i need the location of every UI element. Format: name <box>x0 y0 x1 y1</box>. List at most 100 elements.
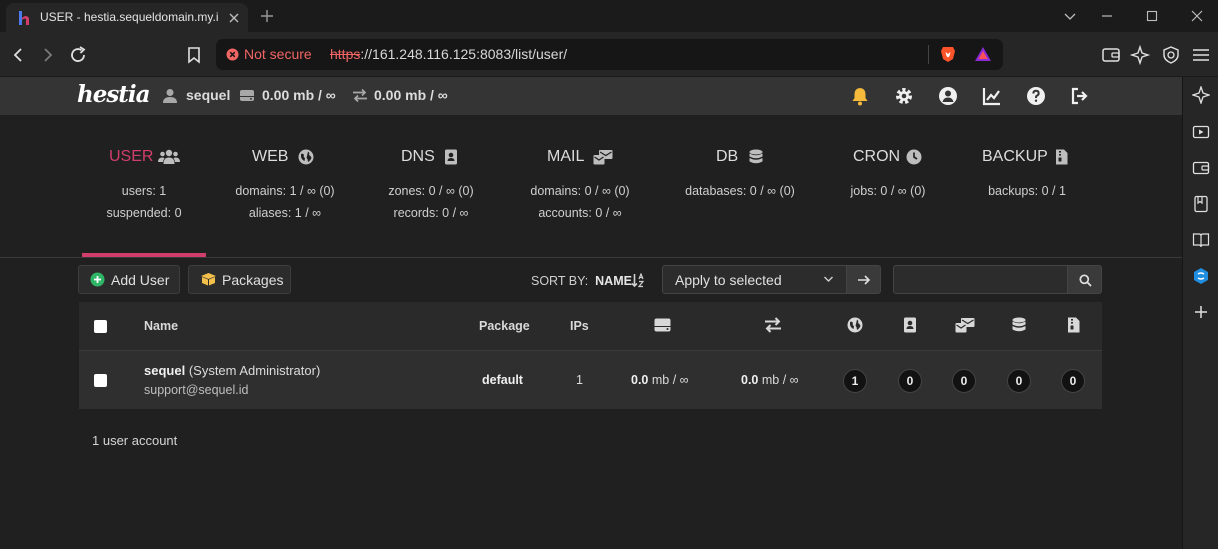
user-icon <box>162 88 178 103</box>
leo-ai-icon[interactable] <box>1130 44 1152 66</box>
not-secure-label[interactable]: Not secure <box>244 46 312 62</box>
tab-backup-line-1: backups: 0 / 1 <box>988 184 1066 198</box>
row-role: (System Administrator) <box>188 363 321 378</box>
column-ips[interactable]: IPs <box>570 319 589 333</box>
user-name-cell[interactable]: sequel (System Administrator) <box>144 363 320 378</box>
warning-icon <box>226 48 239 61</box>
hestia-logo[interactable]: hestia <box>77 81 151 108</box>
sidebar-reading-list-icon[interactable] <box>1192 231 1210 249</box>
close-window-icon[interactable] <box>1187 6 1207 26</box>
sidebar-add-icon[interactable] <box>1192 303 1210 321</box>
row-db-count-badge: 0 <box>1007 369 1031 393</box>
row-bw-value: 0.0 <box>741 373 759 387</box>
row-bw-unit: mb / ∞ <box>761 373 799 387</box>
packages-button[interactable]: Packages <box>188 265 291 294</box>
transfer-icon <box>352 88 368 103</box>
tab-web-line-2: aliases: 1 / ∞ <box>248 206 322 220</box>
brave-shields-icon[interactable] <box>940 45 956 63</box>
username: sequel <box>186 87 231 103</box>
forward-icon[interactable] <box>37 44 59 66</box>
arrow-right-icon <box>858 275 871 285</box>
hestia-app: hestia sequel 0.00 mb / ∞ 0.00 mb / ∞ US… <box>0 77 1182 549</box>
add-circle-icon <box>90 272 105 287</box>
urlbar-divider <box>928 45 929 64</box>
browser-tab[interactable]: USER - hestia.sequeldomain.my.id <box>6 3 248 32</box>
sidebar-extension-icon[interactable] <box>1192 267 1210 285</box>
close-tab-icon[interactable] <box>226 10 242 26</box>
logout-icon[interactable] <box>1069 85 1091 107</box>
hard-drive-icon <box>239 88 255 103</box>
sort-by-value: NAME <box>595 274 632 288</box>
hestia-topbar: hestia sequel 0.00 mb / ∞ 0.00 mb / ∞ <box>0 77 1182 115</box>
row-select-checkbox[interactable] <box>94 374 107 387</box>
add-user-label: Add User <box>111 272 170 288</box>
new-tab-icon[interactable] <box>257 6 277 26</box>
sidebar-playlist-icon[interactable] <box>1192 123 1210 141</box>
tab-user-title: USER <box>109 148 154 165</box>
statistics-chart-icon[interactable] <box>981 85 1003 107</box>
menu-icon[interactable] <box>1190 44 1212 66</box>
add-user-button[interactable]: Add User <box>78 265 180 294</box>
reload-icon[interactable] <box>67 44 89 66</box>
row-web-count-badge: 1 <box>843 369 867 393</box>
bulk-action-selected: Apply to selected <box>675 272 782 288</box>
wallet-icon[interactable] <box>1100 44 1122 66</box>
apply-bulk-action-button[interactable] <box>846 265 881 294</box>
row-disk-unit: mb / ∞ <box>651 373 689 387</box>
box-open-icon <box>200 272 217 286</box>
back-icon[interactable] <box>7 44 29 66</box>
bookmark-icon[interactable] <box>183 44 205 66</box>
mail-column-mail-bulk-icon <box>955 317 975 333</box>
sidebar-wallet-icon[interactable] <box>1192 159 1210 177</box>
url-text[interactable]: https://161.248.116.125:8083/list/user/ <box>330 46 567 62</box>
file-zipper-icon <box>1055 149 1068 165</box>
browser-sidebar <box>1182 77 1218 549</box>
help-question-icon[interactable] <box>1025 85 1047 107</box>
row-package[interactable]: default <box>482 373 523 387</box>
notifications-bell-icon[interactable] <box>849 85 871 107</box>
sort-by-control[interactable]: SORT BY: NAME <box>531 274 632 288</box>
account-user-circle-icon[interactable] <box>937 85 959 107</box>
sidebar-leo-icon[interactable] <box>1192 86 1210 104</box>
search-input[interactable] <box>893 265 1068 294</box>
sort-by-label: SORT BY: <box>531 274 589 288</box>
brave-rewards-icon[interactable] <box>974 46 992 62</box>
db-column-database-icon <box>1011 317 1027 333</box>
row-dns-count-badge: 0 <box>898 369 922 393</box>
sidebar-bookmarks-icon[interactable] <box>1192 195 1210 213</box>
column-package[interactable]: Package <box>479 319 530 333</box>
server-settings-gear-icon[interactable] <box>893 85 915 107</box>
tab-search-chevron-icon[interactable] <box>1060 6 1080 26</box>
mail-bulk-icon <box>593 149 613 165</box>
sort-alpha-down-icon[interactable] <box>631 273 645 288</box>
row-username: sequel <box>144 363 186 378</box>
row-backup-count-badge: 0 <box>1061 369 1085 393</box>
browser-toolbar: Not secure https://161.248.116.125:8083/… <box>0 32 1218 77</box>
tab-mail-line-2: accounts: 0 / ∞ <box>538 206 622 220</box>
globe-icon <box>298 149 314 165</box>
vpn-shield-icon[interactable] <box>1160 44 1182 66</box>
chevron-down-icon <box>823 275 834 283</box>
users-icon <box>158 149 180 165</box>
column-name[interactable]: Name <box>144 319 178 333</box>
address-bar[interactable]: Not secure https://161.248.116.125:8083/… <box>216 39 1003 70</box>
select-all-checkbox[interactable] <box>94 320 107 333</box>
search-button[interactable] <box>1067 265 1102 294</box>
stats-tabs: USER users: 1 suspended: 0 WEB domains: … <box>0 115 1182 258</box>
minimize-icon[interactable] <box>1097 6 1117 26</box>
bulk-action-select[interactable]: Apply to selected <box>662 265 847 294</box>
database-icon <box>748 149 764 165</box>
dns-column-address-book-icon <box>903 317 917 333</box>
search-icon <box>1079 274 1092 287</box>
tab-user-line-2: suspended: 0 <box>106 206 182 220</box>
row-disk-value: 0.0 <box>631 373 649 387</box>
tab-db-line-1: databases: 0 / ∞ (0) <box>685 184 795 198</box>
browser-tabstrip: USER - hestia.sequeldomain.my.id <box>0 0 1218 32</box>
tab-web-line-1: domains: 1 / ∞ (0) <box>235 184 335 198</box>
disk-usage-value: 0.00 mb / ∞ <box>262 87 336 103</box>
tab-mail-line-1: domains: 0 / ∞ (0) <box>530 184 630 198</box>
disk-column-hard-drive-icon <box>654 318 671 332</box>
maximize-icon[interactable] <box>1142 6 1162 26</box>
row-mail-count-badge: 0 <box>952 369 976 393</box>
bandwidth-usage-value: 0.00 mb / ∞ <box>374 87 448 103</box>
